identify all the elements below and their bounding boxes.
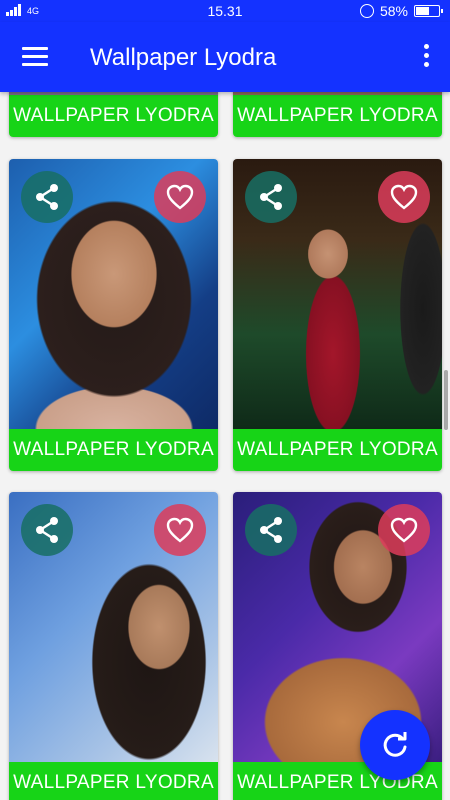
more-vert-icon[interactable] [422, 44, 430, 70]
hamburger-menu-icon[interactable] [22, 47, 48, 67]
share-icon [260, 184, 282, 210]
share-button[interactable] [245, 504, 297, 556]
wallpaper-grid[interactable]: WALLPAPER LYODRA WALLPAPER LYODRA WALLPA… [0, 92, 450, 800]
share-icon [36, 184, 58, 210]
battery-icon [414, 5, 443, 17]
share-button[interactable] [21, 504, 73, 556]
wallpaper-card[interactable]: WALLPAPER LYODRA [233, 159, 442, 471]
heart-icon [166, 517, 194, 543]
favorite-button[interactable] [378, 171, 430, 223]
share-icon [260, 517, 282, 543]
share-button[interactable] [245, 171, 297, 223]
heart-icon [390, 184, 418, 210]
app-title: Wallpaper Lyodra [90, 44, 277, 71]
rotation-lock-icon [359, 4, 374, 18]
wallpaper-label[interactable]: WALLPAPER LYODRA [9, 95, 218, 137]
app-bar: Wallpaper Lyodra [0, 22, 450, 92]
wallpaper-label[interactable]: WALLPAPER LYODRA [233, 95, 442, 137]
favorite-button[interactable] [154, 171, 206, 223]
scrollbar-thumb[interactable] [444, 370, 448, 430]
refresh-button[interactable] [360, 710, 430, 780]
heart-icon [166, 184, 194, 210]
wallpaper-card[interactable]: WALLPAPER LYODRA [9, 92, 218, 137]
favorite-button[interactable] [378, 504, 430, 556]
favorite-button[interactable] [154, 504, 206, 556]
refresh-icon [383, 732, 407, 757]
wallpaper-card[interactable]: WALLPAPER LYODRA [233, 92, 442, 137]
wallpaper-card[interactable]: WALLPAPER LYODRA [9, 159, 218, 471]
heart-icon [390, 517, 418, 543]
share-button[interactable] [21, 171, 73, 223]
wallpaper-label[interactable]: WALLPAPER LYODRA [233, 429, 442, 471]
status-bar: 4G 15.31 58% [0, 0, 450, 22]
wallpaper-label[interactable]: WALLPAPER LYODRA [9, 762, 218, 800]
battery-percentage: 58% [379, 3, 408, 19]
battery-level-fill [416, 7, 429, 15]
wallpaper-label[interactable]: WALLPAPER LYODRA [9, 429, 218, 471]
wallpaper-card[interactable]: WALLPAPER LYODRA [9, 492, 218, 800]
share-icon [36, 517, 58, 543]
